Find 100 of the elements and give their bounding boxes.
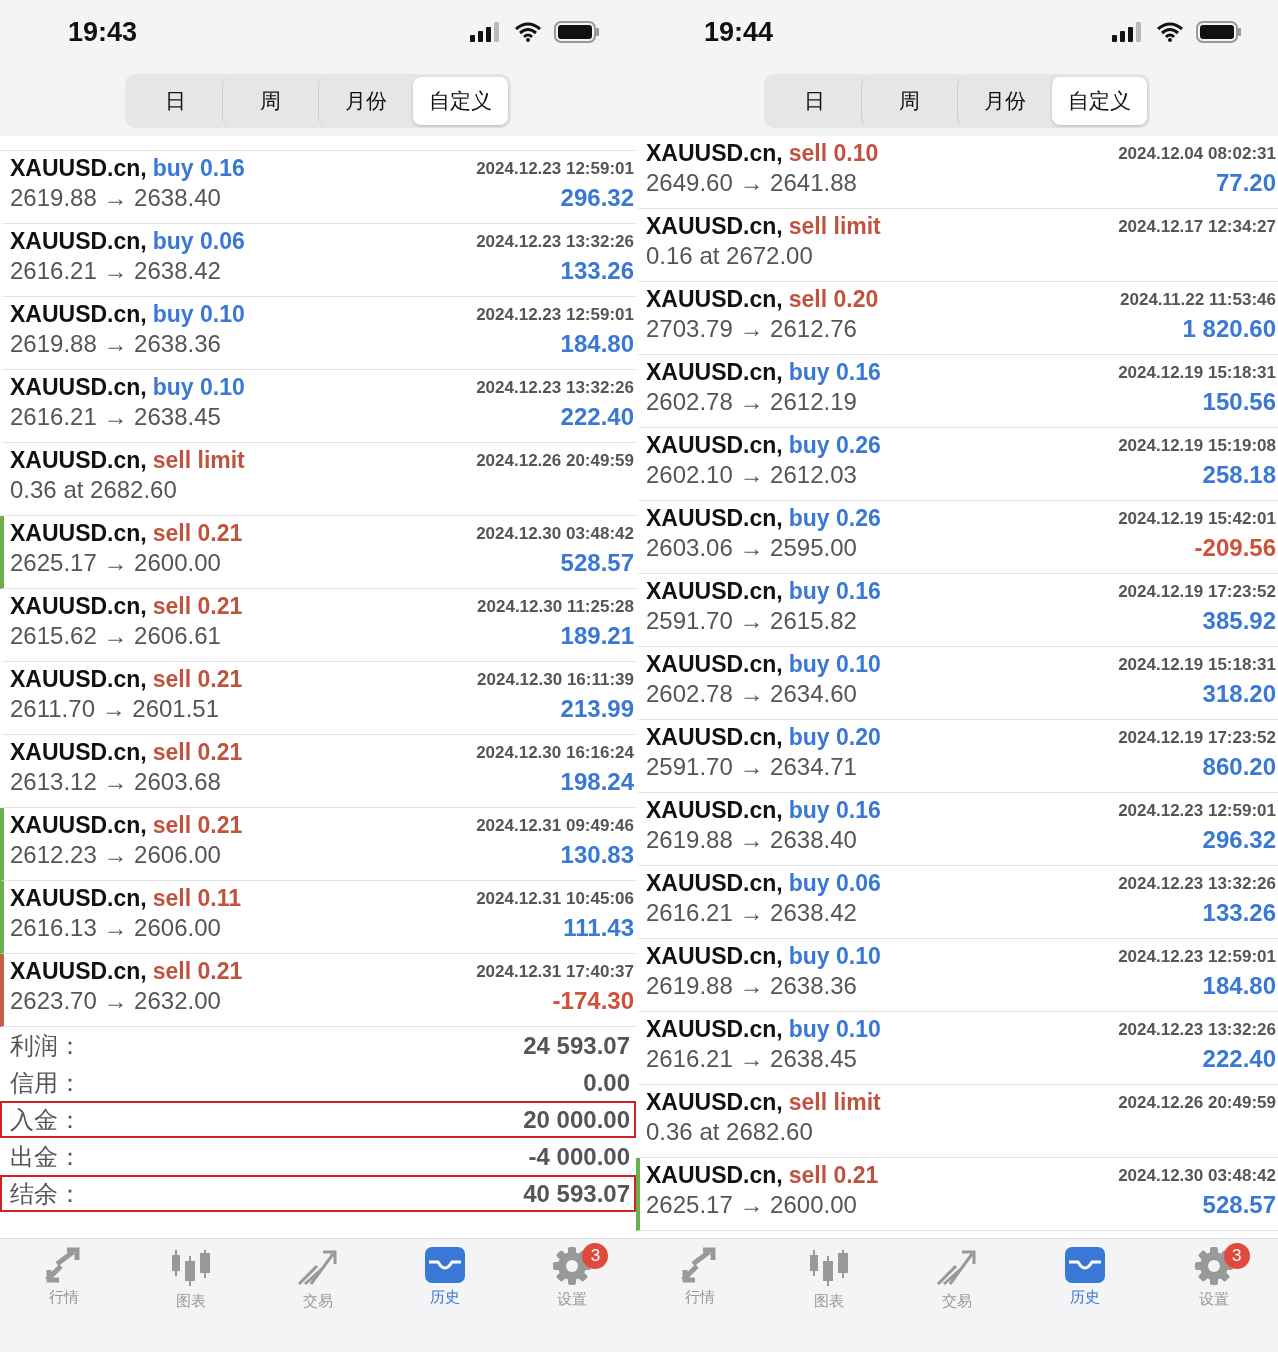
order-type: sell 0.10 bbox=[788, 140, 879, 166]
symbol: XAUUSD.cn, bbox=[646, 140, 783, 166]
price-detail: 2649.60 → 2641.88 bbox=[646, 169, 858, 197]
order-row[interactable]: XAUUSD.cn, buy 0.06 2024.12.23 13:32:26 2616.21 → 2638.42 133.26 bbox=[636, 866, 1278, 939]
order-type: sell 0.21 bbox=[152, 739, 243, 765]
signal-icon bbox=[470, 22, 502, 42]
order-row[interactable]: XAUUSD.cn, buy 0.10 2024.12.23 12:59:01 2619.88 → 2638.36 184.80 bbox=[636, 939, 1278, 1012]
order-row[interactable]: XAUUSD.cn, buy 0.16 2024.12.23 12:59:01 2619.88 → 2638.40 296.32 bbox=[636, 793, 1278, 866]
summary-value: 0.00 bbox=[583, 1068, 630, 1097]
order-row[interactable]: XAUUSD.cn, sell limit 2024.12.26 20:49:59 0.36 at 2682.60 bbox=[636, 1085, 1278, 1158]
order-time: 2024.12.19 15:42:01 bbox=[1118, 508, 1276, 529]
price-detail: 2602.10 → 2612.03 bbox=[646, 461, 858, 489]
order-type: sell 0.21 bbox=[152, 520, 243, 546]
price-detail: 2602.78 → 2612.19 bbox=[646, 388, 858, 416]
symbol: XAUUSD.cn, bbox=[10, 812, 147, 838]
profit: 318.20 bbox=[1202, 680, 1276, 708]
order-time: 2024.12.23 13:32:26 bbox=[1118, 1019, 1276, 1040]
price-detail: 0.36 at 2682.60 bbox=[10, 476, 178, 504]
price-detail: 2619.88 → 2638.36 bbox=[646, 972, 858, 1000]
order-row[interactable]: XAUUSD.cn, sell 0.21 2024.12.30 16:16:24 2613.12 → 2603.68 198.24 bbox=[0, 735, 636, 808]
order-time: 2024.12.31 09:49:46 bbox=[476, 815, 634, 836]
order-type: sell limit bbox=[152, 447, 245, 473]
order-time: 2024.12.19 15:18:31 bbox=[1118, 654, 1276, 675]
order-row[interactable]: XAUUSD.cn, sell 0.21 2024.12.30 16:11:39 2611.70 → 2601.51 213.99 bbox=[0, 662, 636, 735]
profit: 860.20 bbox=[1202, 753, 1276, 781]
symbol: XAUUSD.cn, bbox=[646, 286, 783, 312]
order-row[interactable]: XAUUSD.cn, buy 0.10 2024.12.23 12:59:01 2619.88 → 2638.36 184.80 bbox=[0, 297, 636, 370]
profit: -209.56 bbox=[1194, 534, 1276, 562]
summary-label: 利润： bbox=[10, 1030, 82, 1061]
order-type: sell 0.21 bbox=[152, 666, 243, 692]
price-detail: 2591.70 → 2615.82 bbox=[646, 607, 858, 635]
profit: 222.40 bbox=[1202, 1045, 1276, 1073]
price-detail: 2615.62 → 2606.61 bbox=[10, 622, 222, 650]
profit: 77.20 bbox=[1215, 169, 1276, 197]
order-time: 2024.12.26 20:49:59 bbox=[1118, 1092, 1276, 1113]
order-type: buy 0.10 bbox=[152, 374, 245, 400]
inbox-icon bbox=[1064, 1246, 1107, 1284]
period-tab[interactable]: 月份 bbox=[956, 77, 1052, 125]
order-row[interactable]: XAUUSD.cn, buy 0.26 2024.12.19 15:42:01 2603.06 → 2595.00 -209.56 bbox=[636, 501, 1278, 574]
period-tab[interactable]: 日 bbox=[128, 77, 223, 125]
profit: 184.80 bbox=[1202, 972, 1276, 1000]
symbol: XAUUSD.cn, bbox=[646, 1162, 783, 1188]
order-row[interactable]: XAUUSD.cn, buy 0.06 2024.12.23 13:32:26 2616.21 → 2638.42 133.26 bbox=[0, 224, 636, 297]
profit: 184.80 bbox=[560, 330, 634, 358]
symbol: XAUUSD.cn, bbox=[646, 870, 783, 896]
order-row[interactable]: XAUUSD.cn, sell 0.10 2024.12.04 08:02:31 2649.60 → 2641.88 77.20 bbox=[636, 136, 1278, 209]
order-type: buy 0.10 bbox=[788, 943, 881, 969]
summary-value: -4 000.00 bbox=[528, 1142, 630, 1171]
order-row[interactable]: XAUUSD.cn, buy 0.10 2024.12.23 13:32:26 2616.21 → 2638.45 222.40 bbox=[0, 370, 636, 443]
period-tab[interactable]: 周 bbox=[861, 77, 957, 125]
price-detail: 2591.70 → 2634.71 bbox=[646, 753, 858, 781]
price-detail: 2611.70 → 2601.51 bbox=[10, 695, 221, 723]
symbol: XAUUSD.cn, bbox=[646, 1016, 783, 1042]
nav-tab[interactable]: 设置 3 bbox=[1149, 1245, 1278, 1312]
summary-label: 信用： bbox=[10, 1067, 82, 1098]
profit: 528.57 bbox=[560, 549, 634, 577]
order-row[interactable]: XAUUSD.cn, buy 0.10 2024.12.23 13:32:26 2616.21 → 2638.45 222.40 bbox=[636, 1012, 1278, 1085]
symbol: XAUUSD.cn, bbox=[646, 943, 783, 969]
order-row[interactable]: XAUUSD.cn, buy 0.16 2024.12.19 17:23:52 2591.70 → 2615.82 385.92 bbox=[636, 574, 1278, 647]
order-row[interactable]: XAUUSD.cn, sell 0.20 2024.11.22 11:53:46 2703.79 → 2612.76 1 820.60 bbox=[636, 282, 1278, 355]
nav-tab[interactable]: 历史 bbox=[381, 1245, 509, 1312]
symbol: XAUUSD.cn, bbox=[10, 228, 147, 254]
symbol: XAUUSD.cn, bbox=[10, 666, 147, 692]
summary-label: 入金： bbox=[10, 1104, 82, 1135]
order-time: 2024.12.23 13:32:26 bbox=[476, 377, 634, 398]
profit: 222.40 bbox=[560, 403, 634, 431]
order-row[interactable]: XAUUSD.cn, sell 0.21 2024.12.30 03:48:42 2625.17 → 2600.00 528.57 bbox=[636, 1158, 1278, 1231]
period-tab[interactable]: 自定义 bbox=[1051, 77, 1147, 125]
profit: 213.99 bbox=[560, 695, 634, 723]
order-row[interactable]: XAUUSD.cn, buy 0.26 2024.12.19 15:19:08 2602.10 → 2612.03 258.18 bbox=[636, 428, 1278, 501]
profit: 258.18 bbox=[1202, 461, 1276, 489]
price-detail: 2616.21 → 2638.45 bbox=[10, 403, 222, 431]
profit: 150.56 bbox=[1202, 388, 1276, 416]
order-time: 2024.12.23 12:59:01 bbox=[476, 158, 634, 179]
order-row[interactable]: XAUUSD.cn, buy 0.16 2024.12.23 12:59:01 2619.88 → 2638.40 296.32 bbox=[0, 151, 636, 224]
order-row[interactable]: XAUUSD.cn, sell limit 2024.12.26 20:49:59 0.36 at 2682.60 bbox=[0, 443, 636, 516]
nav-tab[interactable]: 设置 3 bbox=[508, 1245, 636, 1312]
nav-tab[interactable]: 历史 bbox=[1021, 1245, 1150, 1312]
order-type: sell 0.21 bbox=[152, 593, 243, 619]
battery-icon bbox=[554, 21, 600, 43]
price-detail: 2619.88 → 2638.40 bbox=[646, 826, 858, 854]
order-row[interactable]: XAUUSD.cn, buy 0.10 2024.12.19 15:18:31 2602.78 → 2634.60 318.20 bbox=[636, 647, 1278, 720]
order-time: 2024.12.26 20:49:59 bbox=[476, 450, 634, 471]
price-detail: 0.16 at 2672.00 bbox=[646, 242, 814, 270]
price-detail: 2603.06 → 2595.00 bbox=[646, 534, 858, 562]
order-time: 2024.12.23 13:32:26 bbox=[1118, 873, 1276, 894]
period-tab[interactable]: 月份 bbox=[317, 77, 413, 125]
symbol: XAUUSD.cn, bbox=[646, 578, 783, 604]
order-time: 2024.12.30 16:16:24 bbox=[476, 742, 634, 763]
order-row[interactable]: XAUUSD.cn, sell limit 2024.12.17 12:34:27 0.16 at 2672.00 bbox=[636, 209, 1278, 282]
period-tab[interactable]: 自定义 bbox=[412, 77, 508, 125]
period-tab[interactable]: 日 bbox=[767, 77, 862, 125]
order-time: 2024.12.04 08:02:31 bbox=[1118, 143, 1276, 164]
order-row[interactable]: XAUUSD.cn, buy 0.16 2024.12.19 15:18:31 2602.78 → 2612.19 150.56 bbox=[636, 355, 1278, 428]
summary-value: 24 593.07 bbox=[523, 1031, 630, 1060]
order-time: 2024.12.17 12:34:27 bbox=[1118, 216, 1276, 237]
order-row[interactable]: XAUUSD.cn, sell 0.21 2024.12.30 11:25:28 2615.62 → 2606.61 189.21 bbox=[0, 589, 636, 662]
period-tab[interactable]: 周 bbox=[222, 77, 318, 125]
order-row[interactable]: XAUUSD.cn, buy 0.20 2024.12.19 17:23:52 2591.70 → 2634.71 860.20 bbox=[636, 720, 1278, 793]
order-time: 2024.12.19 15:19:08 bbox=[1118, 435, 1276, 456]
